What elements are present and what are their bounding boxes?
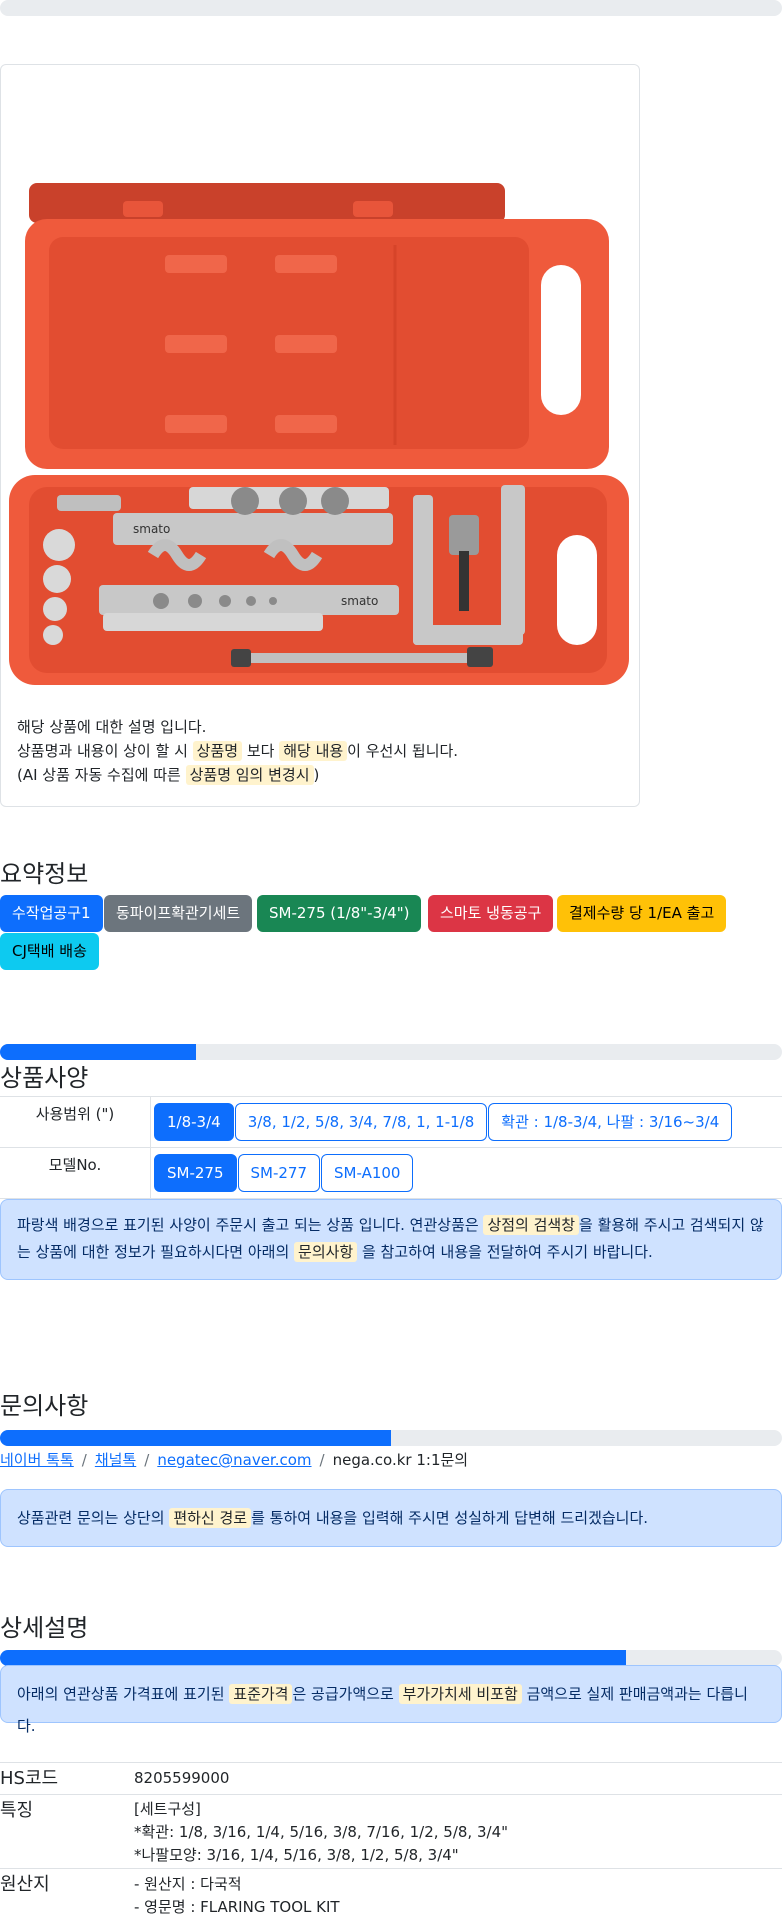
link-channel-talk[interactable]: 채널톡: [95, 1451, 136, 1469]
detail-value-features: [세트구성] *확관: 1/8, 3/16, 1/4, 5/16, 3/8, 7…: [134, 1800, 509, 1864]
badge-shipping[interactable]: CJ택배 배송: [0, 933, 99, 970]
highlight-standard-price: 표준가격: [229, 1684, 293, 1704]
inquiry-progress: [0, 1430, 782, 1446]
spec-label-range: 사용범위 ("): [35, 1105, 115, 1123]
specs-title: 상품사양: [0, 1064, 89, 1092]
spec-row-range: 사용범위 (") 1/8-3/4 3/8, 1/2, 5/8, 3/4, 7/8…: [0, 1097, 782, 1148]
detail-table: HS코드 8205599000 특징 [세트구성] *확관: 1/8, 3/16…: [0, 1762, 782, 1919]
spec-options-range: 1/8-3/4 3/8, 1/2, 5/8, 3/4, 7/8, 1, 1-1/…: [154, 1103, 782, 1141]
option-range-2[interactable]: 3/8, 1/2, 5/8, 3/4, 7/8, 1, 1-1/8: [234, 1103, 488, 1141]
highlight-search: 상점의 검색창: [483, 1215, 580, 1235]
brand-mark-1: smato: [133, 522, 170, 536]
detail-row-hscode: HS코드 8205599000: [0, 1763, 782, 1795]
badge-model[interactable]: SM-275 (1/8"-3/4"): [257, 895, 422, 932]
spec-options-model: SM-275 SM-277 SM-A100: [154, 1154, 782, 1192]
spec-table: 사용범위 (") 1/8-3/4 3/8, 1/2, 5/8, 3/4, 7/8…: [0, 1096, 782, 1199]
desc-line-3: (AI 상품 자동 수집에 따른 상품명 임의 변경시): [17, 765, 320, 785]
summary-title: 요약정보: [0, 860, 89, 888]
top-progress-bar: [0, 0, 782, 16]
price-notice: 아래의 연관상품 가격표에 표기된 표준가격 은 공급가액으로 부가가치세 비포함…: [0, 1665, 782, 1735]
detail-progress-fill: [0, 1650, 626, 1666]
inquiry-notice: 상품관련 문의는 상단의 편하신 경로 를 통하여 내용을 입력해 주시면 성실하…: [0, 1489, 782, 1547]
desc-line-1: 해당 상품에 대한 설명 입니다.: [17, 718, 207, 736]
detail-value-origin: - 원산지 : 다국적 - 영문명 : FLARING TOOL KIT: [134, 1875, 340, 1916]
site-inquiry: nega.co.kr 1:1문의: [332, 1451, 469, 1469]
desc-line-2: 상품명과 내용이 상이 할 시 상품명 보다 해당 내용 이 우선시 됩니다.: [17, 741, 459, 761]
highlight-name-change: 상품명 임의 변경시: [185, 765, 314, 785]
product-card: smato smato 해당 상품에 대한 설명 입니다. 상품명과 내용이 상…: [0, 64, 640, 807]
product-image: smato smato: [9, 183, 629, 685]
brand-mark-2: smato: [341, 594, 378, 608]
highlight-content: 해당 내용: [279, 741, 348, 761]
inquiry-progress-fill: [0, 1430, 391, 1446]
highlight-vat: 부가가치세 비포함: [398, 1684, 522, 1704]
inquiry-title: 문의사항: [0, 1392, 89, 1420]
link-naver-talk[interactable]: 네이버 톡톡: [0, 1451, 74, 1469]
option-model-sma100[interactable]: SM-A100: [321, 1154, 414, 1192]
detail-label-features: 특징: [0, 1800, 34, 1821]
option-model-sm277[interactable]: SM-277: [237, 1154, 321, 1192]
badge-product-type[interactable]: 동파이프확관기세트: [104, 895, 253, 932]
specs-progress: [0, 1044, 782, 1060]
detail-row-origin: 원산지 - 원산지 : 다국적 - 영문명 : FLARING TOOL KIT: [0, 1869, 782, 1919]
detail-title: 상세설명: [0, 1614, 89, 1642]
highlight-inquiry: 문의사항: [294, 1242, 358, 1262]
badge-brand[interactable]: 스마토 냉동공구: [428, 895, 554, 932]
detail-value-hscode: 8205599000: [134, 1769, 230, 1787]
highlight-route: 편하신 경로: [169, 1508, 252, 1528]
spec-row-model: 모델No. SM-275 SM-277 SM-A100: [0, 1148, 782, 1199]
option-range-3[interactable]: 확관 : 1/8-3/4, 나팔 : 3/16~3/4: [488, 1103, 733, 1141]
option-range-1[interactable]: 1/8-3/4: [154, 1103, 234, 1141]
badge-quantity[interactable]: 결제수량 당 1/EA 출고: [557, 895, 727, 932]
specs-notice: 파랑색 배경으로 표기된 사양이 주문시 출고 되는 상품 입니다. 연관상품은…: [0, 1199, 782, 1280]
badge-category[interactable]: 수작업공구1: [0, 895, 103, 932]
spec-label-model: 모델No.: [48, 1156, 102, 1174]
product-description: 해당 상품에 대한 설명 입니다. 상품명과 내용이 상이 할 시 상품명 보다…: [17, 715, 627, 787]
option-model-sm275[interactable]: SM-275: [154, 1154, 237, 1192]
detail-label-hscode: HS코드: [0, 1768, 59, 1789]
contact-links: 네이버 톡톡 / 채널톡 / negatec@naver.com / nega.co.kr …: [0, 1451, 469, 1469]
detail-label-origin: 원산지: [0, 1874, 50, 1895]
detail-progress: [0, 1650, 782, 1666]
detail-row-features: 특징 [세트구성] *확관: 1/8, 3/16, 1/4, 5/16, 3/8…: [0, 1795, 782, 1869]
highlight-product-name: 상품명: [192, 741, 243, 761]
link-email[interactable]: negatec@naver.com: [157, 1451, 311, 1469]
